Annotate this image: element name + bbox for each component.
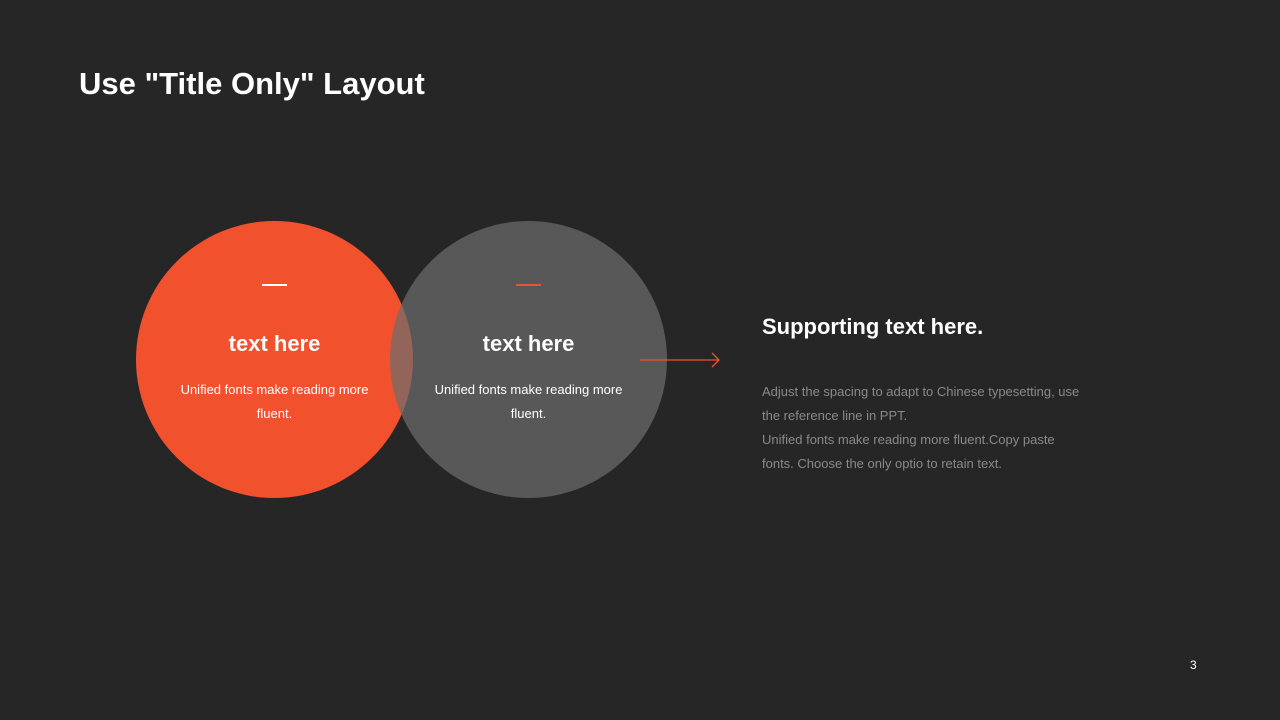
circle-left-heading: text here	[228, 331, 321, 356]
slide: Use "Title Only" Layout text here Unifie…	[0, 0, 1280, 720]
supporting-line: Unified fonts make reading more fluent.C…	[762, 432, 1055, 447]
circle-right-content: text here Unified fonts make reading mor…	[390, 221, 667, 498]
dash-divider-icon	[262, 284, 287, 286]
circle-left-body: Unified fonts make reading more fluent.	[180, 382, 369, 421]
arrow-right-icon	[640, 352, 720, 368]
circle-right: text here Unified fonts make reading mor…	[390, 221, 667, 498]
supporting-body: Adjust the spacing to adapt to Chinese t…	[762, 380, 1097, 476]
supporting-line: fonts. Choose the only optio to retain t…	[762, 456, 1002, 471]
circle-left-content: text here Unified fonts make reading mor…	[136, 221, 413, 498]
circle-right-heading: text here	[482, 331, 575, 356]
supporting-title: Supporting text here.	[762, 314, 984, 339]
supporting-line: the reference line in PPT.	[762, 408, 908, 423]
dash-divider-icon	[516, 284, 541, 286]
circle-left: text here Unified fonts make reading mor…	[136, 221, 413, 498]
slide-title: Use "Title Only" Layout	[79, 66, 425, 101]
page-number: 3	[1190, 658, 1197, 672]
circle-right-body: Unified fonts make reading more fluent.	[434, 382, 623, 421]
supporting-line: Adjust the spacing to adapt to Chinese t…	[762, 384, 1080, 399]
